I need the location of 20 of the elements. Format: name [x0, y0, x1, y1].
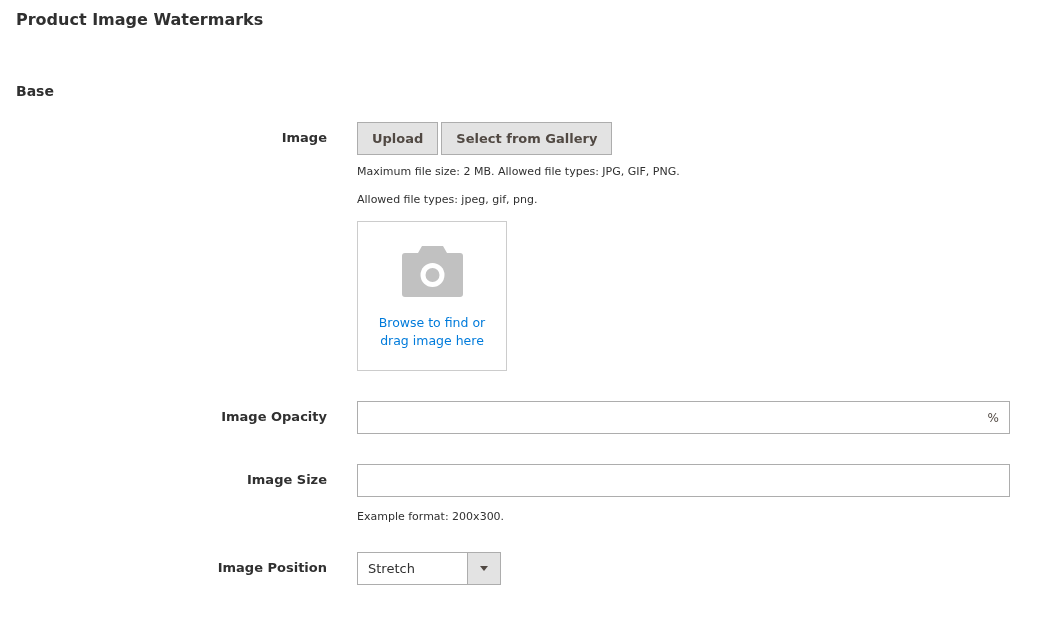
- field-label: Image: [281, 129, 327, 147]
- page-title: Product Image Watermarks: [16, 9, 265, 31]
- upload-button[interactable]: Upload: [357, 122, 439, 155]
- field-note: Example format: 200x300.: [357, 509, 506, 525]
- camera-icon: [401, 246, 463, 297]
- text-input[interactable]: %: [357, 401, 1010, 434]
- select-dropdown[interactable]: Stretch: [357, 552, 501, 585]
- unit-suffix: %: [987, 409, 999, 427]
- image-dropzone[interactable]: Browse to find or drag image here: [357, 221, 507, 371]
- section-title: Base: [16, 82, 55, 101]
- field-label: Image Size: [247, 471, 327, 489]
- caret-icon: [480, 566, 488, 571]
- field-note: Maximum file size: 2 MB. Allowed file types: JPG, GIF, PNG.: [357, 164, 680, 180]
- select-value: Stretch: [367, 559, 416, 578]
- field-label: Image Position: [217, 559, 327, 577]
- text-input[interactable]: [357, 464, 1010, 497]
- browse-link[interactable]: Browse to find or drag image here: [372, 314, 492, 350]
- field-label: Image Opacity: [221, 408, 327, 426]
- field-note: Allowed file types: jpeg, gif, png.: [357, 192, 539, 208]
- upload-button[interactable]: Select from Gallery: [441, 122, 613, 155]
